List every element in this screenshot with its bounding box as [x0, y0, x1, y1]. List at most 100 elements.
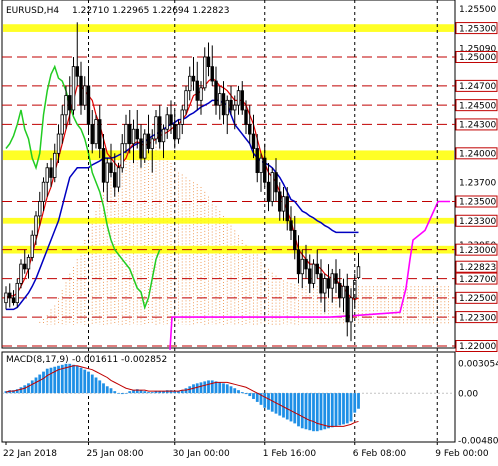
candle-body [83, 85, 87, 106]
candle-body [109, 162, 113, 173]
macd-bar [225, 384, 229, 394]
macd-bar [304, 393, 308, 430]
price-tick-label: 1.22300 [459, 313, 496, 323]
macd-bar [45, 368, 49, 394]
time-tick-label: 25 Jan 08:00 [87, 449, 144, 459]
candle-body [23, 263, 27, 270]
time-tick-label: 6 Feb 08:00 [353, 449, 407, 459]
macd-bar [255, 393, 259, 402]
candle-body [116, 167, 121, 188]
macd-bar [49, 367, 53, 394]
candle-body [323, 278, 327, 294]
macd-bar [98, 380, 102, 394]
candle-body [30, 234, 34, 258]
macd-bar [330, 393, 334, 428]
macd-tick-label: 0.00 [458, 389, 478, 399]
price-tick-label: 1.23000 [459, 246, 496, 256]
candle-body [158, 116, 162, 143]
candle-body [229, 99, 233, 111]
macd-bar [237, 390, 240, 394]
candle-body [150, 138, 154, 149]
price-tick-label: 1.23700 [459, 178, 496, 188]
price-tick-label: 1.23300 [459, 217, 496, 227]
time-tick-label: 9 Feb 00:00 [435, 449, 489, 459]
candle-body [311, 263, 316, 284]
candle-body [345, 285, 349, 323]
candle-body [101, 148, 106, 183]
candle-body [98, 119, 102, 149]
price-tick-label: 1.22823 [459, 263, 496, 273]
macd-bar [113, 391, 117, 394]
macd-bar [94, 377, 98, 394]
candle-body [19, 263, 23, 284]
price-tick-label: 1.22700 [459, 275, 496, 285]
candle-body [330, 273, 334, 289]
macd-bar [353, 393, 357, 413]
macd-bar [105, 386, 109, 394]
macd-bar [270, 393, 274, 412]
macd-bar [267, 393, 270, 410]
candle-body [315, 263, 319, 275]
macd-bar [349, 393, 353, 422]
price-tick-label: 1.22500 [459, 294, 496, 304]
candle-body [285, 196, 289, 222]
macd-bar [300, 393, 304, 429]
candle-body [131, 128, 136, 145]
macd-bar [38, 374, 42, 394]
macd-bar [293, 393, 297, 424]
price-panel-frame [1, 0, 456, 349]
candle-body [341, 285, 346, 299]
symbol-title: EURUSD,H4 [6, 6, 59, 16]
candle-body [255, 148, 259, 173]
time-tick-label: 1 Feb 16:00 [263, 449, 317, 459]
candle-body [41, 181, 46, 202]
macd-bar [199, 382, 203, 394]
candle-body [53, 152, 57, 178]
time-tick-label: 22 Jan 2018 [3, 449, 57, 459]
macd-bar [210, 380, 214, 394]
macd-bar [222, 383, 225, 394]
candle-body [266, 181, 271, 202]
candle-body [289, 220, 293, 231]
candle-body [326, 278, 331, 289]
time-tick-label: 30 Jan 00:00 [173, 449, 230, 459]
macd-bar [323, 393, 327, 430]
price-tick-label: 1.25300 [459, 24, 496, 34]
candle-body [244, 109, 248, 125]
candle-body [300, 258, 304, 275]
candle-body [308, 268, 312, 284]
candle-body [221, 93, 226, 116]
macd-bar [68, 363, 72, 394]
price-axis: 1.255001.253001.250901.250001.247001.245… [455, 5, 498, 446]
candle-body [60, 114, 64, 135]
candle-body [356, 266, 361, 279]
macd-bar [282, 393, 285, 418]
candle-body [191, 75, 196, 82]
macd-bar [312, 393, 315, 432]
candle-body [75, 66, 79, 77]
candle-body [11, 297, 16, 304]
macd-bar [128, 391, 132, 394]
macd-bar [244, 393, 248, 395]
macd-bar [207, 380, 210, 394]
macd-bar [75, 365, 79, 394]
candle-body [199, 87, 203, 101]
candle-body [38, 201, 42, 217]
candle-body [319, 273, 323, 294]
candle-body [251, 133, 256, 149]
candle-body [169, 114, 173, 125]
candle-body [210, 66, 214, 82]
macd-bar [229, 386, 233, 394]
candle-body [180, 109, 184, 125]
candle-body [214, 80, 218, 106]
candle-body [26, 256, 31, 270]
candle-body [165, 114, 169, 130]
eurusd-ichimoku-chart: 1.255001.253001.250901.250001.247001.245… [1, 0, 498, 459]
candle-body [94, 119, 98, 145]
macd-bar [87, 371, 90, 394]
macd-bar [19, 387, 23, 394]
macd-bar [72, 364, 75, 394]
candle-body [120, 143, 124, 169]
candle-body [45, 167, 49, 183]
macd-bar [334, 393, 338, 427]
